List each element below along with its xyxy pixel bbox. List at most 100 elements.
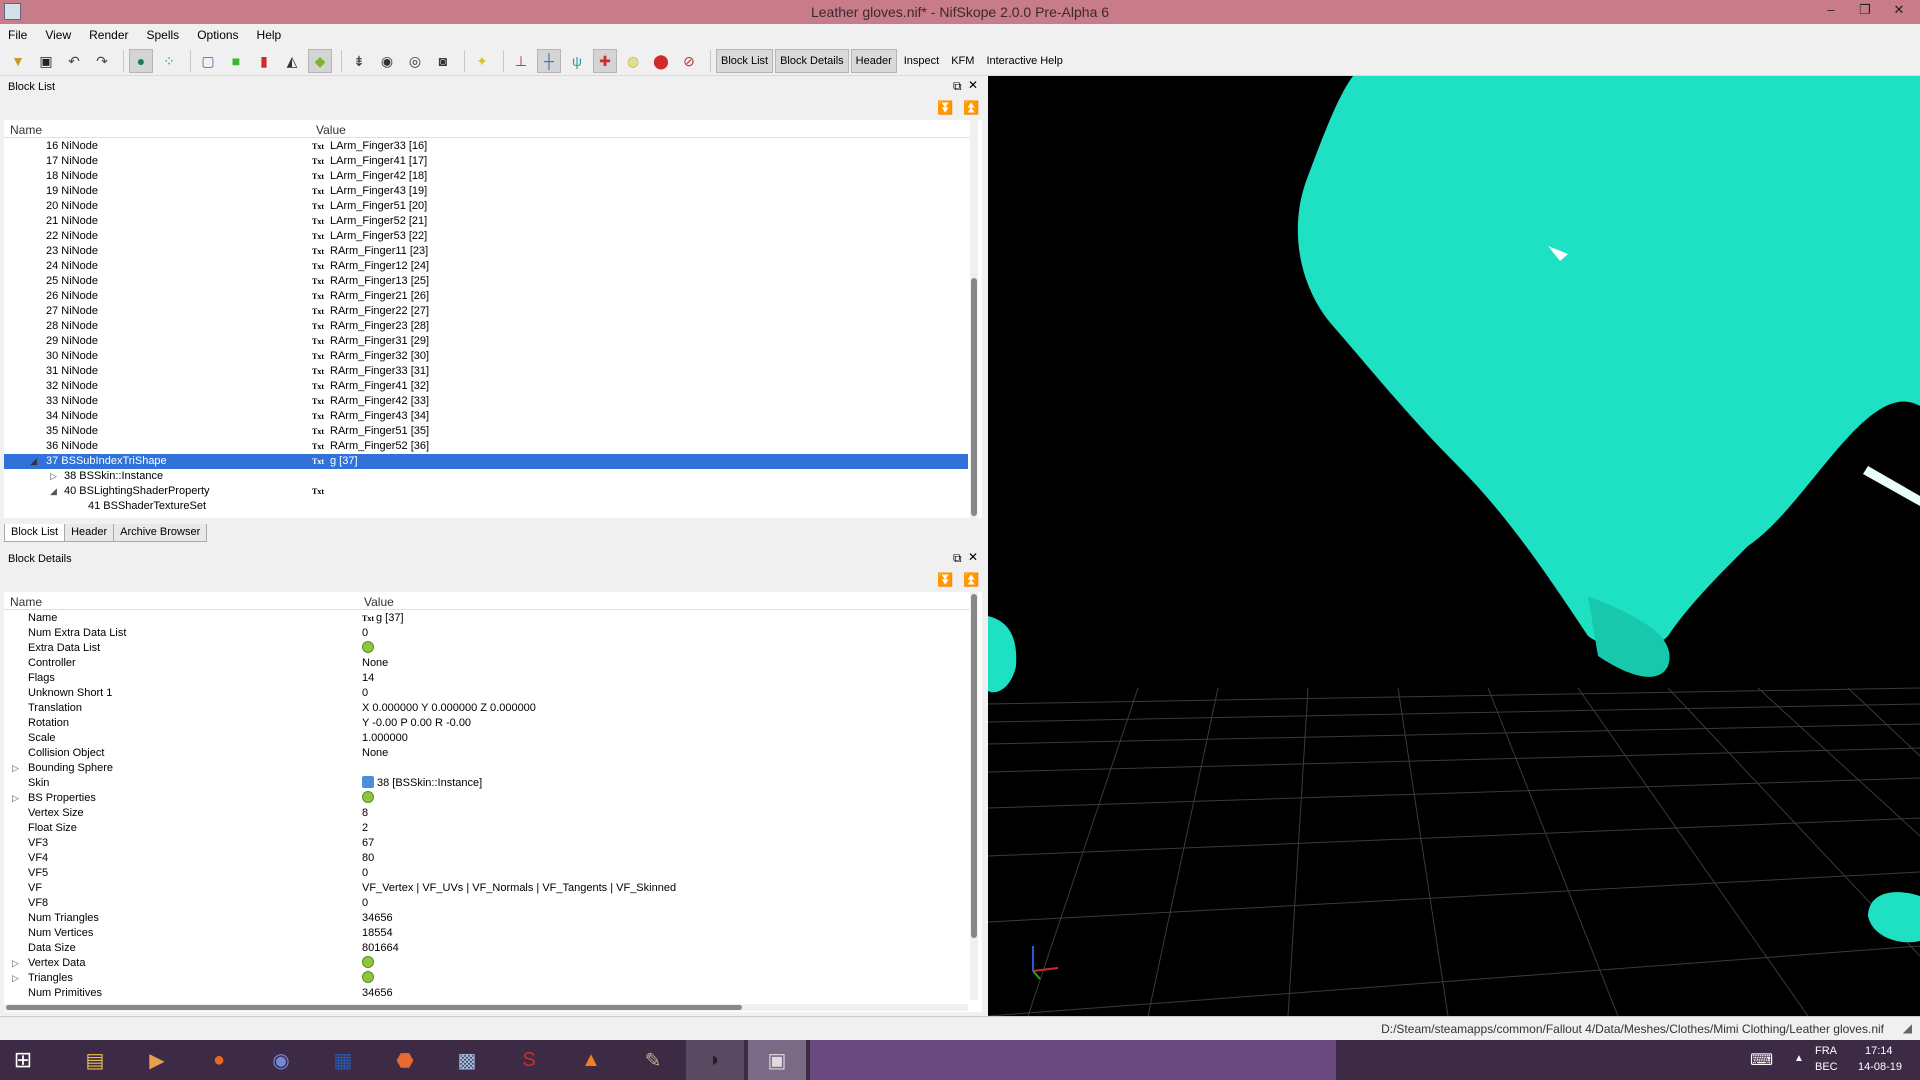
field-value-cell[interactable]: 34656 [362,911,393,926]
app-orange-icon[interactable]: ⬣ [376,1040,434,1080]
field-value-cell[interactable]: Y -0.00 P 0.00 R -0.00 [362,716,471,731]
field-value-cell[interactable]: None [362,746,388,761]
expand-arrow-icon[interactable]: ▷ [50,469,57,484]
detail-row[interactable]: Scale 1.000000 [4,731,968,746]
block-details-tree[interactable]: Name Value Name Txt g [37] Num Extra Data L… [4,592,982,1012]
block-list-row[interactable]: 18 NiNode Txt LArm_Finger42 [18] [4,169,968,184]
field-value-cell[interactable]: 0 [362,686,368,701]
collapse-all-icon[interactable]: ⏫ [963,100,985,116]
block-list-row[interactable]: 35 NiNode Txt RArm_Finger51 [35] [4,424,968,439]
menu-view[interactable]: View [45,28,81,42]
select-vertex-icon[interactable]: ⁘ [157,49,181,73]
detail-row[interactable]: VF8 0 [4,896,968,911]
close-button[interactable]: ✕ [1882,0,1916,22]
view-side-icon[interactable]: ▮ [252,49,276,73]
eye-hidden-icon[interactable]: ◎ [403,49,427,73]
expand-arrow-icon[interactable]: ▷ [12,761,19,776]
input-language[interactable]: FRA [1815,1045,1837,1057]
tab-archive-browser[interactable]: Archive Browser [113,524,208,542]
block-list-row[interactable]: ▷ 38 BSSkin::Instance [4,469,968,484]
field-value-cell[interactable]: 18554 [362,926,393,941]
detail-row[interactable]: VF5 0 [4,866,968,881]
field-value-cell[interactable] [362,641,374,656]
block-list-row[interactable]: 17 NiNode Txt LArm_Finger41 [17] [4,154,968,169]
view-front-icon[interactable]: ■ [224,49,248,73]
detail-row[interactable]: VF VF_Vertex | VF_UVs | VF_Normals | VF_T… [4,881,968,896]
field-value-cell[interactable]: 38 [BSSkin::Instance] [362,776,482,791]
field-value-cell[interactable]: VF_Vertex | VF_UVs | VF_Normals | VF_Tan… [362,881,676,896]
detail-row[interactable]: Name Txt g [37] [4,611,968,626]
block-list-row[interactable]: 22 NiNode Txt LArm_Finger53 [22] [4,229,968,244]
column-name-header[interactable]: Name [10,123,42,137]
field-value-cell[interactable]: Txt g [37] [362,611,404,626]
column-name-header[interactable]: Name [10,595,42,609]
maximize-button[interactable]: ❐ [1848,0,1882,22]
block-list-row[interactable]: 24 NiNode Txt RArm_Finger12 [24] [4,259,968,274]
field-value-cell[interactable]: 14 [362,671,374,686]
minimize-button[interactable]: – [1814,0,1848,22]
show-nodes-icon[interactable]: ⬤ [649,49,673,73]
field-value-cell[interactable]: 0 [362,896,368,911]
block-list-row[interactable]: 31 NiNode Txt RArm_Finger33 [31] [4,364,968,379]
float-dock-icon[interactable]: ⧉ [953,551,962,566]
block-list-row[interactable]: ◢ 37 BSSubIndexTriShape Txt g [37] [4,454,968,469]
block-list-row[interactable]: 32 NiNode Txt RArm_Finger41 [32] [4,379,968,394]
vlc-icon[interactable]: ▲ [562,1040,620,1080]
block-list-row[interactable]: 27 NiNode Txt RArm_Finger22 [27] [4,304,968,319]
show-skeleton-icon[interactable]: ψ [565,49,589,73]
block-details-hscroll-thumb[interactable] [6,1005,742,1010]
input-layout[interactable]: BEC [1815,1061,1838,1073]
menu-render[interactable]: Render [89,28,138,42]
block-list-row[interactable]: ◢ 40 BSLightingShaderProperty Txt [4,484,968,499]
expand-arrow-icon[interactable]: ▷ [12,791,19,806]
detail-row[interactable]: Unknown Short 1 0 [4,686,968,701]
menu-help[interactable]: Help [257,28,292,42]
detail-row[interactable]: ▷ Vertex Data [4,956,968,971]
block-list-scroll-thumb[interactable] [971,278,977,516]
column-value-header[interactable]: Value [316,123,346,137]
hide-icon[interactable]: ⊘ [677,49,701,73]
collapse-arrow-icon[interactable]: ◢ [30,454,37,469]
block-list-row[interactable]: 20 NiNode Txt LArm_Finger51 [20] [4,199,968,214]
field-value-cell[interactable] [362,791,374,806]
column-value-header[interactable]: Value [364,595,394,609]
tab-header[interactable]: Header [64,524,115,542]
block-list-row[interactable]: 26 NiNode Txt RArm_Finger21 [26] [4,289,968,304]
show-markers-icon[interactable]: ◍ [621,49,645,73]
detail-row[interactable]: Rotation Y -0.00 P 0.00 R -0.00 [4,716,968,731]
block-details-scrollbar[interactable] [970,592,978,1000]
field-value-cell[interactable] [362,971,374,986]
app-dark-icon[interactable]: ◗ [686,1040,744,1080]
field-value-cell[interactable]: 2 [362,821,368,836]
clock-date[interactable]: 14-08-19 [1858,1061,1902,1073]
block-list-row[interactable]: 41 BSShaderTextureSet [4,499,968,514]
block-details-hscrollbar[interactable] [4,1004,968,1011]
keyboard-icon[interactable]: ⌨ [1750,1050,1773,1070]
expand-arrow-icon[interactable]: ▷ [12,971,19,986]
block-list-row[interactable]: 34 NiNode Txt RArm_Finger43 [34] [4,409,968,424]
detail-row[interactable]: Num Triangles 34656 [4,911,968,926]
screenshot-icon[interactable]: ◙ [431,49,455,73]
detail-row[interactable]: Num Primitives 34656 [4,986,968,1001]
field-value-cell[interactable]: X 0.000000 Y 0.000000 Z 0.000000 [362,701,536,716]
block-list-row[interactable]: 28 NiNode Txt RArm_Finger23 [28] [4,319,968,334]
field-value-cell[interactable] [362,956,374,971]
menu-options[interactable]: Options [197,28,248,42]
close-dock-icon[interactable]: ✕ [968,78,978,92]
notepad-icon[interactable]: ▦ [314,1040,372,1080]
toolbar-kfm-button[interactable]: KFM [946,49,979,73]
field-value-cell[interactable]: 34656 [362,986,393,1001]
collapse-arrow-icon[interactable]: ◢ [50,484,57,499]
view-flip-icon[interactable]: ◭ [280,49,304,73]
open-icon[interactable]: ▼ [6,49,30,73]
block-list-row[interactable]: 19 NiNode Txt LArm_Finger43 [19] [4,184,968,199]
detail-row[interactable]: Float Size 2 [4,821,968,836]
photo-viewer-icon[interactable]: ▩ [438,1040,496,1080]
field-value-cell[interactable]: 1.000000 [362,731,408,746]
nifskope-taskbar-icon[interactable]: ▣ [748,1040,806,1080]
detail-row[interactable]: Num Vertices 18554 [4,926,968,941]
detail-row[interactable]: ▷ Triangles [4,971,968,986]
select-object-icon[interactable]: ● [129,48,153,73]
render-viewport[interactable] [988,76,1920,1016]
block-list-row[interactable]: 30 NiNode Txt RArm_Finger32 [30] [4,349,968,364]
